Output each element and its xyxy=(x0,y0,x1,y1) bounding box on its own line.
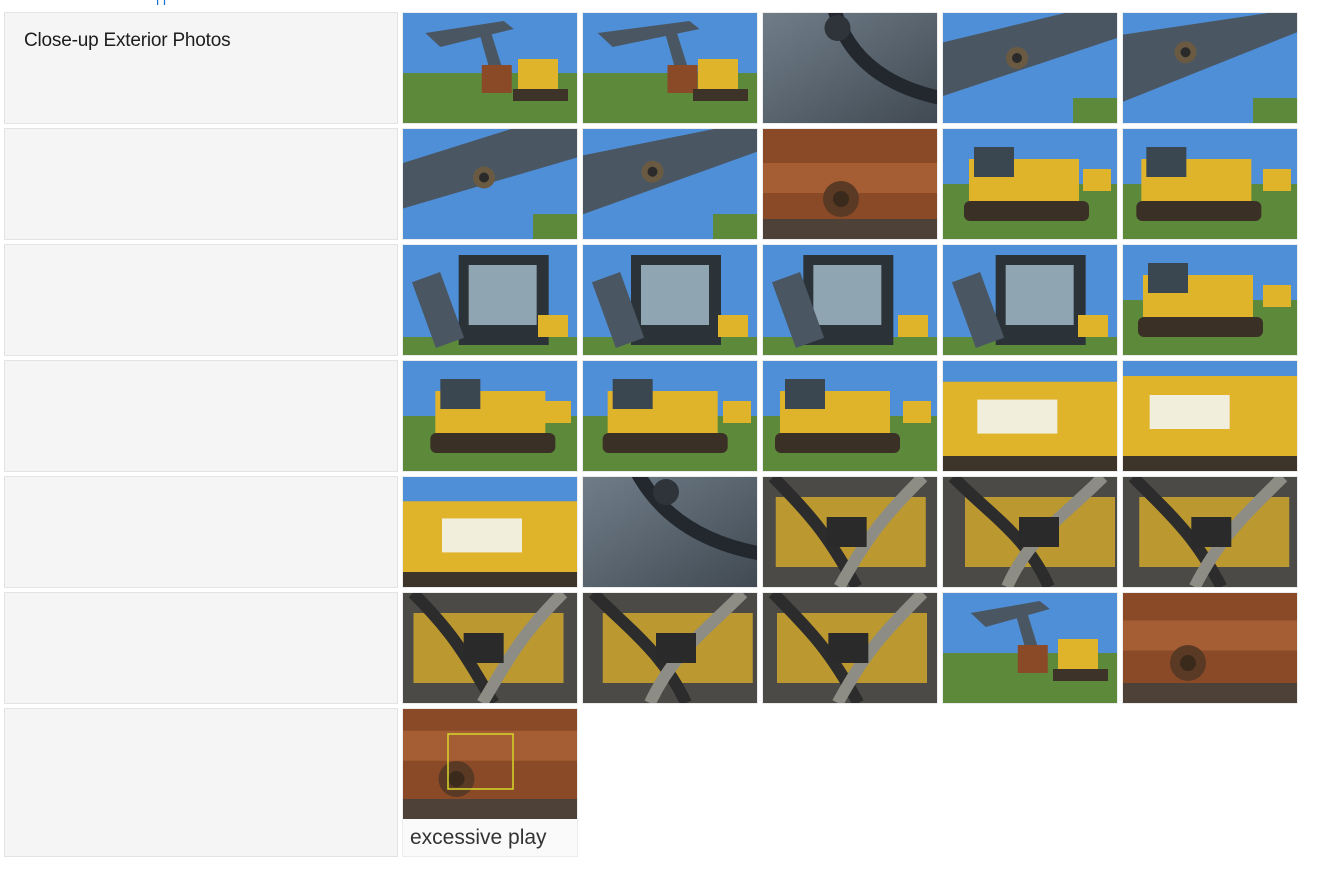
row-label-cell xyxy=(4,708,398,857)
photo-bucket-teeth-closeup[interactable] xyxy=(1123,593,1297,703)
photo-row xyxy=(4,592,1298,704)
photo-table-body: Close-up Exterior Photos excessive play xyxy=(4,12,1298,857)
photo-cell xyxy=(402,128,578,240)
photo-cab-and-trucks[interactable] xyxy=(1123,245,1297,355)
photo-excavator-boom-deere[interactable] xyxy=(583,13,757,123)
link-fragment: ▯ xyxy=(155,0,175,5)
row-label-cell xyxy=(4,476,398,588)
row-label-cell xyxy=(4,128,398,240)
photo-rear-left-counterweight[interactable] xyxy=(403,361,577,471)
empty-cell xyxy=(582,708,758,857)
photo-cell xyxy=(402,12,578,124)
photo-cell xyxy=(402,244,578,356)
photo-bucket-and-cab-front[interactable] xyxy=(943,129,1117,239)
photo-cell xyxy=(762,244,938,356)
photo-cab-front-door[interactable] xyxy=(583,245,757,355)
photo-cell xyxy=(582,476,758,588)
photo-cell xyxy=(1122,128,1298,240)
photo-cell xyxy=(942,360,1118,472)
photo-cell xyxy=(762,476,938,588)
photo-boom-work-light[interactable] xyxy=(403,129,577,239)
photo-cell xyxy=(1122,360,1298,472)
photo-row: Close-up Exterior Photos xyxy=(4,12,1298,124)
photo-cell xyxy=(582,12,758,124)
photo-bucket-pin-excessive-play[interactable] xyxy=(403,709,577,819)
empty-cell xyxy=(1122,708,1298,857)
photo-cell xyxy=(942,592,1118,704)
photo-swing-area-hoses[interactable] xyxy=(763,477,937,587)
photo-row xyxy=(4,360,1298,472)
photo-cell xyxy=(582,128,758,240)
photo-cell xyxy=(1122,476,1298,588)
photo-engine-side-470g[interactable] xyxy=(403,477,577,587)
empty-cell xyxy=(942,708,1118,857)
photo-caption: excessive play xyxy=(410,826,547,849)
photo-deere-decal-closeup[interactable] xyxy=(1123,361,1297,471)
photo-cell xyxy=(942,244,1118,356)
section-title: Close-up Exterior Photos xyxy=(24,30,231,51)
photo-boom-pin-closeup[interactable] xyxy=(943,13,1117,123)
photo-excavator-boom-bucket-field[interactable] xyxy=(943,593,1117,703)
photo-top-deck-handle[interactable] xyxy=(583,477,757,587)
photo-boom-hose-closeup[interactable] xyxy=(763,13,937,123)
row-label-cell xyxy=(4,244,398,356)
photo-cell xyxy=(762,128,938,240)
empty-cell xyxy=(762,708,938,857)
photo-row xyxy=(4,244,1298,356)
photo-boom-deere-lettering[interactable] xyxy=(1123,13,1297,123)
photo-undercarriage-track[interactable] xyxy=(1123,129,1297,239)
photo-center-joint-hoses-3[interactable] xyxy=(763,593,937,703)
photo-cab-left-front[interactable] xyxy=(403,245,577,355)
photo-counterweight-doggett-closeup[interactable] xyxy=(943,361,1117,471)
photo-rear-doggett-counterweight[interactable] xyxy=(583,361,757,471)
row-label-cell: Close-up Exterior Photos xyxy=(4,12,398,124)
photo-cell xyxy=(402,360,578,472)
photo-cell xyxy=(762,592,938,704)
photo-row xyxy=(4,476,1298,588)
photo-table: Close-up Exterior Photos excessive play xyxy=(0,8,1302,861)
photo-cab-side-window[interactable] xyxy=(943,245,1117,355)
photo-cell xyxy=(762,360,938,472)
photo-cell xyxy=(582,360,758,472)
photo-swing-bearing-hoses[interactable] xyxy=(943,477,1117,587)
photo-cell xyxy=(1122,244,1298,356)
photo-row: excessive play xyxy=(4,708,1298,857)
photo-excavator-left-side[interactable] xyxy=(403,13,577,123)
photo-cell xyxy=(762,12,938,124)
photo-cell xyxy=(942,12,1118,124)
photo-bucket-linkage-rust[interactable] xyxy=(763,129,937,239)
photo-cylinder-rod-end[interactable] xyxy=(583,129,757,239)
photo-cell xyxy=(1122,12,1298,124)
photo-cell xyxy=(402,592,578,704)
photo-cab-mirror[interactable] xyxy=(763,245,937,355)
photo-center-joint-hoses-2[interactable] xyxy=(583,593,757,703)
photo-row xyxy=(4,128,1298,240)
photo-cell xyxy=(402,476,578,588)
row-label-cell xyxy=(4,360,398,472)
photo-cell: excessive play xyxy=(402,708,578,857)
photo-swivel-hoses-underside[interactable] xyxy=(1123,477,1297,587)
photo-cell xyxy=(582,592,758,704)
row-label-cell xyxy=(4,592,398,704)
photo-cell xyxy=(582,244,758,356)
photo-center-joint-hoses-1[interactable] xyxy=(403,593,577,703)
photo-rear-right-quarter[interactable] xyxy=(763,361,937,471)
photo-cell xyxy=(1122,592,1298,704)
photo-cell xyxy=(942,128,1118,240)
photo-cell xyxy=(942,476,1118,588)
